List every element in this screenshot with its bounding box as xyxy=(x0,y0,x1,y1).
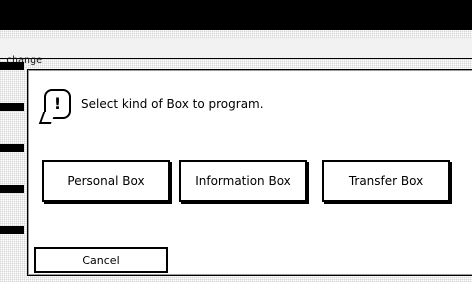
message-row: ! Select kind of Box to program. xyxy=(44,87,264,121)
personal-box-button[interactable]: Personal Box xyxy=(42,160,170,202)
background-bar xyxy=(0,185,24,193)
background-bar xyxy=(0,103,24,111)
top-bar xyxy=(0,0,472,30)
background-header xyxy=(0,38,472,58)
background-side-bars xyxy=(0,62,24,282)
select-box-dialog: ! Select kind of Box to program. Persona… xyxy=(27,69,472,276)
background-bar xyxy=(0,62,24,70)
alert-icon: ! xyxy=(44,89,71,119)
dialog-message: Select kind of Box to program. xyxy=(81,97,264,111)
background-bar xyxy=(0,226,24,234)
background-bar xyxy=(0,144,24,152)
transfer-box-button[interactable]: Transfer Box xyxy=(322,160,450,202)
background-divider xyxy=(0,58,472,59)
cancel-button[interactable]: Cancel xyxy=(34,247,168,273)
information-box-button[interactable]: Information Box xyxy=(179,160,307,202)
